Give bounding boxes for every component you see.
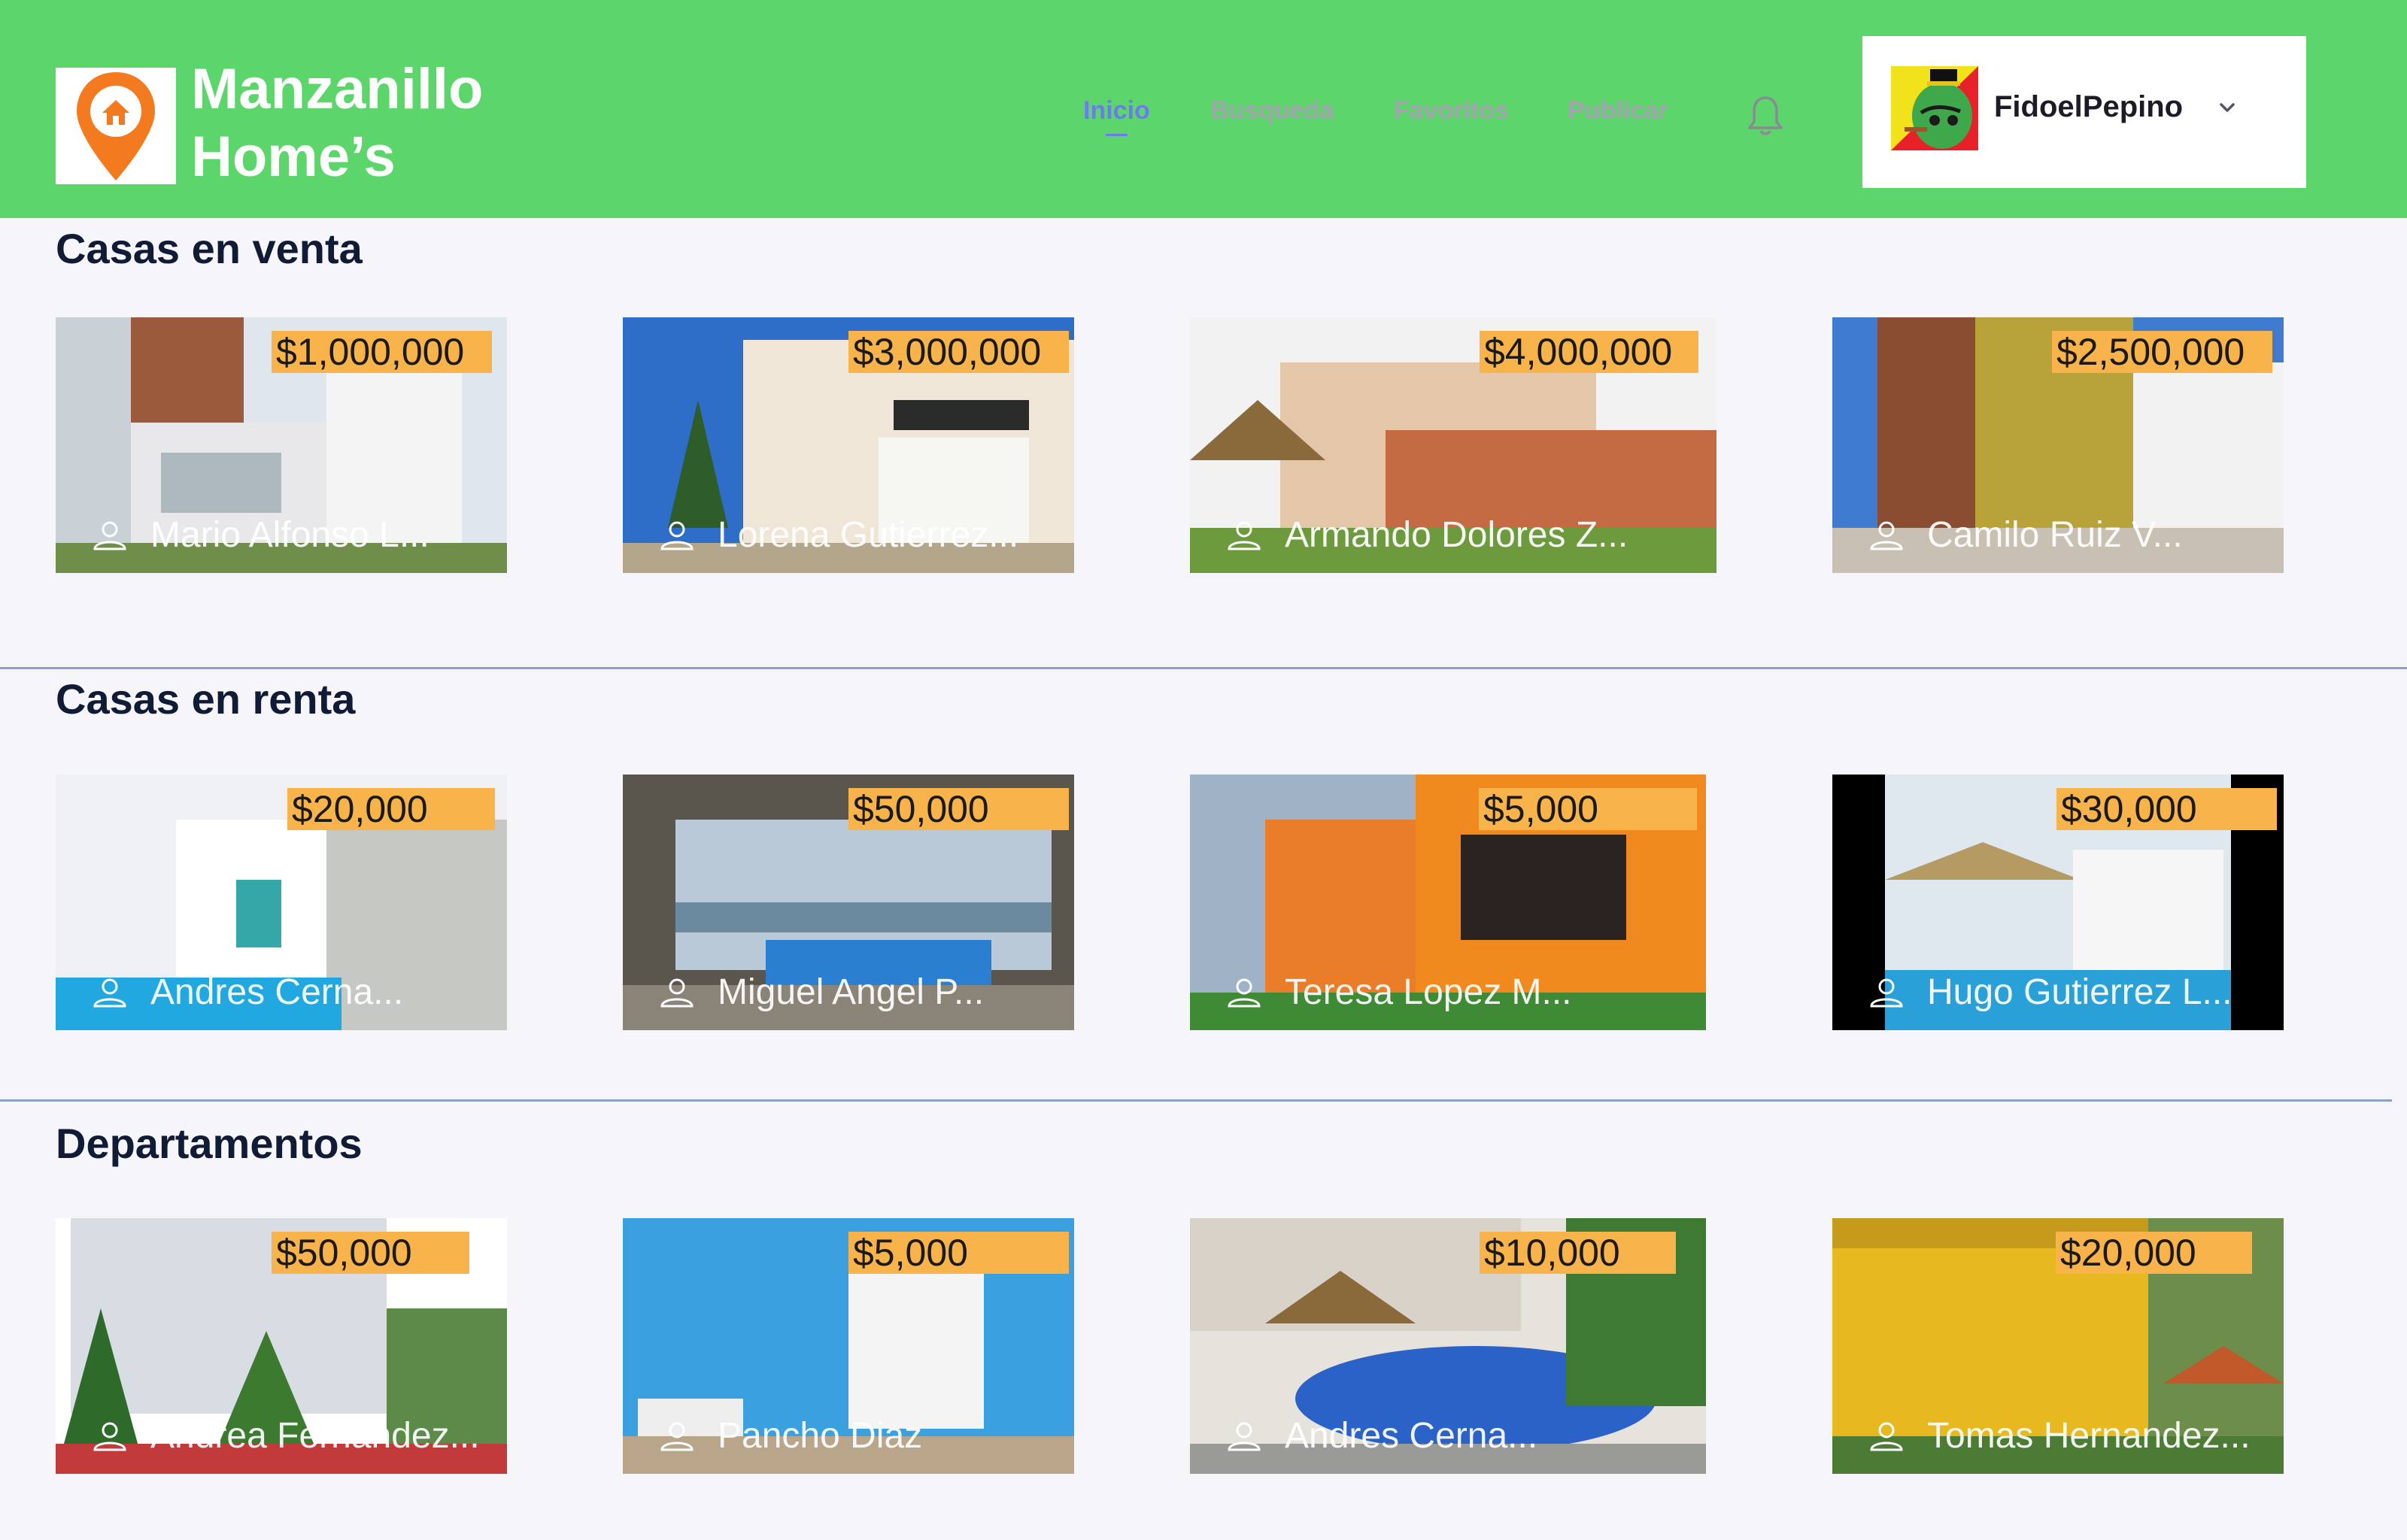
user-menu[interactable]: FidoelPepino [1862,36,2306,188]
price-tag: $30,000 [2056,788,2277,830]
person-icon [1228,978,1261,1008]
price-tag: $2,500,000 [2052,331,2272,373]
person-icon [1870,978,1903,1008]
owner: Mario Alfonso L... [56,513,507,558]
top-header: Manzanillo Home’s Inicio Busqueda Favori… [0,0,2407,218]
price-tag: $3,000,000 [848,331,1069,373]
owner-name: Andres Cerna... [150,972,404,1012]
owner-name: Armando Dolores Z... [1285,515,1628,555]
owner: Miguel Angel P... [623,970,1074,1015]
logo[interactable] [56,68,176,184]
person-icon [93,978,126,1008]
owner: Teresa Lopez M... [1190,970,1706,1015]
price-tag: $5,000 [1479,788,1697,830]
username: FidoelPepino [1994,90,2184,123]
listing-card[interactable]: $5,000 Teresa Lopez M... [1190,775,1706,1030]
section-title-venta: Casas en venta [56,225,363,272]
listing-card[interactable]: $30,000 Hugo Gutierrez L... [1832,775,2284,1030]
owner-name: Miguel Angel P... [718,972,985,1012]
person-icon [660,521,694,550]
owner: Andres Cerna... [56,970,507,1015]
owner-name: Pancho Diaz [718,1416,923,1456]
section-divider [0,667,2407,669]
section-divider [0,1099,2392,1102]
price-tag: $1,000,000 [272,331,492,373]
listing-card[interactable]: $1,000,000 Mario Alfonso L... [56,317,507,573]
listing-card[interactable]: $50,000 Miguel Angel P... [623,775,1074,1030]
person-icon [660,1422,694,1451]
owner: Armando Dolores Z... [1190,513,1716,558]
owner: Lorena Gutierrez... [623,513,1074,558]
listing-card[interactable]: $10,000 Andres Cerna... [1190,1218,1706,1474]
listing-card[interactable]: $5,000 Pancho Diaz [623,1218,1074,1474]
price-tag: $50,000 [848,788,1069,830]
owner: Tomas Hernandez... [1832,1414,2284,1459]
chevron-down-icon[interactable] [2216,96,2239,119]
nav-busqueda[interactable]: Busqueda [1210,96,1334,126]
listing-card[interactable]: $2,500,000 Camilo Ruiz V... [1832,317,2284,573]
person-icon [1228,521,1261,550]
owner-name: Andres Cerna... [1285,1416,1538,1456]
listing-card[interactable]: $50,000 Andrea Fernandez... [56,1218,507,1474]
owner-name: Andrea Fernandez... [150,1416,480,1456]
person-icon [1870,1422,1903,1451]
nav-favoritos[interactable]: Favoritos [1394,96,1509,126]
owner: Pancho Diaz [623,1414,1074,1459]
owner-name: Mario Alfonso L... [150,515,429,555]
owner-name: Tomas Hernandez... [1927,1416,2251,1456]
listing-card[interactable]: $4,000,000 Armando Dolores Z... [1190,317,1716,573]
price-tag: $50,000 [272,1232,469,1274]
brand-name: Manzanillo Home’s [191,56,483,191]
brand-line-2: Home’s [191,125,396,189]
person-icon [93,521,126,550]
owner-name: Hugo Gutierrez L... [1927,972,2232,1012]
section-title-renta: Casas en renta [56,675,356,723]
price-tag: $5,000 [848,1232,1069,1274]
person-icon [1870,521,1903,550]
home-pin-icon [77,72,155,180]
price-tag: $20,000 [2056,1232,2252,1274]
avatar [1891,66,1978,150]
owner-name: Camilo Ruiz V... [1927,515,2183,555]
nav-publicar[interactable]: Publicar [1568,96,1668,126]
owner: Andrea Fernandez... [56,1414,507,1459]
owner: Hugo Gutierrez L... [1832,970,2284,1015]
brand-line-1: Manzanillo [191,57,484,121]
listing-card[interactable]: $20,000 Tomas Hernandez... [1832,1218,2284,1474]
listing-card[interactable]: $20,000 Andres Cerna... [56,775,507,1030]
owner-name: Teresa Lopez M... [1285,972,1572,1012]
owner-name: Lorena Gutierrez... [718,515,1019,555]
price-tag: $4,000,000 [1480,331,1698,373]
section-title-departamentos: Departamentos [56,1120,363,1167]
person-icon [1228,1422,1261,1451]
owner: Camilo Ruiz V... [1832,513,2284,558]
price-tag: $10,000 [1480,1232,1676,1274]
owner: Andres Cerna... [1190,1414,1706,1459]
listing-card[interactable]: $3,000,000 Lorena Gutierrez... [623,317,1074,573]
nav-inicio[interactable]: Inicio [1083,96,1150,136]
bell-icon[interactable] [1747,95,1784,137]
person-icon [660,978,694,1008]
price-tag: $20,000 [287,788,495,830]
person-icon [93,1422,126,1451]
